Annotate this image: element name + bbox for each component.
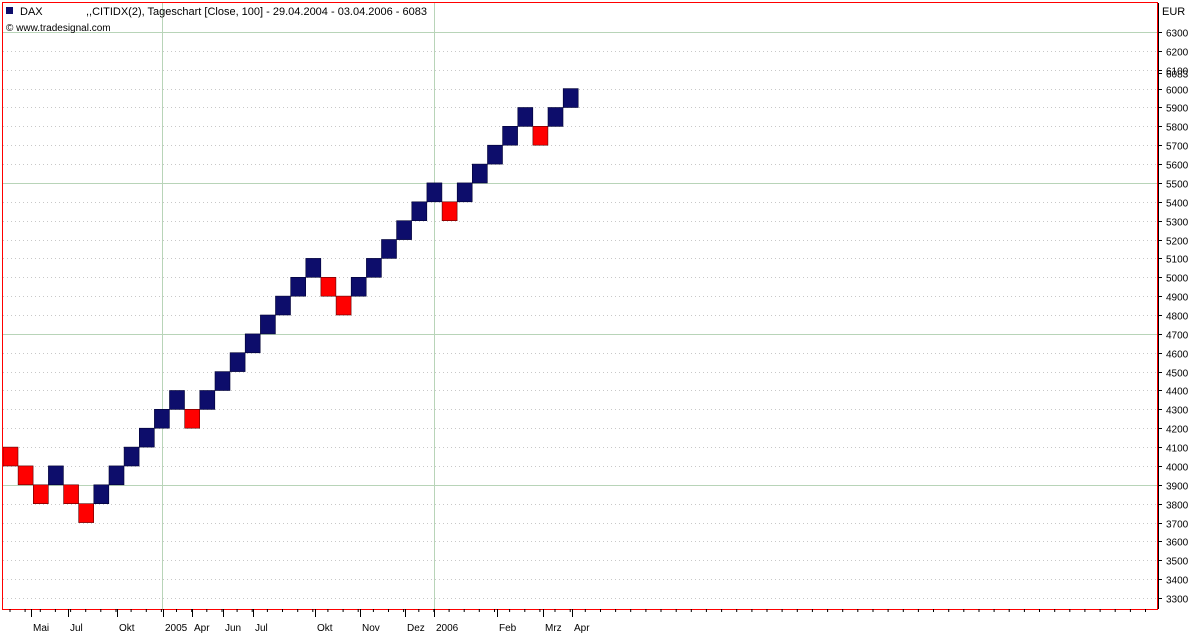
currency-unit: EUR	[1162, 6, 1185, 18]
copyright-label: © www.tradesignal.com	[6, 23, 111, 34]
y-tick-label: 3600	[1166, 538, 1189, 549]
down-brick	[17, 465, 34, 486]
up-brick	[366, 258, 382, 278]
down-brick	[532, 126, 549, 146]
down-brick	[2, 446, 19, 467]
up-brick	[48, 465, 64, 486]
y-tick-label: 5900	[1166, 104, 1189, 115]
x-tick-label: Jul	[70, 623, 83, 634]
up-brick	[562, 88, 579, 108]
down-brick	[63, 484, 79, 504]
x-tick-label: Nov	[362, 623, 380, 634]
up-brick	[169, 390, 185, 410]
x-tick-label: 2005	[165, 623, 188, 634]
y-tick-label: 6000	[1166, 86, 1189, 97]
y-tick-label: 3300	[1166, 595, 1189, 606]
up-brick	[229, 352, 246, 372]
up-brick	[214, 371, 231, 391]
x-tick-label: Jun	[225, 623, 241, 634]
y-tick-label: 4600	[1166, 350, 1189, 361]
up-brick	[154, 408, 170, 429]
up-brick	[411, 201, 428, 222]
y-axis: 3300 3400 3500 3600 3700 3800 3900 4000 4100 4200…	[1158, 3, 1189, 609]
up-brick	[123, 446, 140, 467]
up-brick	[517, 107, 534, 127]
x-axis: Mai Jul Okt 2005 Apr Jun Jul Okt Nov Dez 2006 Feb Mr…	[9, 609, 1146, 634]
x-tick-label: Jul	[255, 623, 268, 634]
up-brick	[456, 182, 473, 203]
up-brick	[471, 163, 488, 184]
down-brick	[78, 503, 94, 523]
y-tick-label: 5000	[1166, 274, 1189, 285]
y-tick-label: 6300	[1166, 29, 1189, 40]
x-tick-label: Dez	[407, 623, 425, 634]
x-tick-label: Okt	[317, 623, 333, 634]
y-tick-label: 3400	[1166, 576, 1189, 587]
plot-frame	[2, 2, 1158, 610]
symbol-label: DAX	[20, 6, 43, 18]
y-tick-label: 3900	[1166, 482, 1189, 493]
x-tick-label: Apr	[574, 623, 590, 634]
y-tick-label: 4300	[1166, 406, 1189, 417]
x-tick-label: Okt	[119, 623, 135, 634]
x-tick-label: Mrz	[545, 623, 562, 634]
y-tick-label: 3500	[1166, 557, 1189, 568]
up-brick	[244, 333, 261, 354]
y-tick-label: 6200	[1166, 48, 1189, 59]
x-tick-label: 2006	[436, 623, 459, 634]
up-brick	[426, 182, 443, 203]
x-tick-label: Apr	[194, 623, 210, 634]
y-tick-label: 4100	[1166, 444, 1189, 455]
up-brick	[396, 220, 412, 240]
y-tick-label: 5700	[1166, 142, 1189, 153]
up-brick	[381, 239, 397, 259]
up-brick	[350, 276, 367, 297]
down-brick	[441, 201, 458, 222]
window-menu-icon[interactable]	[6, 7, 13, 14]
y-tick-label: 5200	[1166, 237, 1189, 248]
y-tick-label: 5300	[1166, 218, 1189, 229]
y-tick-label: 5800	[1166, 123, 1189, 134]
y-tick-label: 4700	[1166, 331, 1189, 342]
chart-description: ,,CITIDX(2), Tageschart [Close, 100] - 2…	[86, 6, 427, 18]
y-tick-label: 4200	[1166, 425, 1189, 436]
down-brick	[335, 295, 352, 316]
plot-grid	[3, 3, 1157, 609]
up-brick	[547, 107, 564, 127]
up-brick	[108, 465, 125, 486]
y-tick-label: 5500	[1166, 180, 1189, 191]
down-brick	[32, 484, 49, 504]
up-brick	[305, 258, 322, 278]
up-brick	[260, 314, 276, 335]
y-tick-label: 4800	[1166, 312, 1189, 323]
up-brick	[139, 427, 155, 448]
up-brick	[93, 484, 110, 504]
y-tick-label: 5400	[1166, 199, 1189, 210]
y-tick-label: 4500	[1166, 369, 1189, 380]
renko-chart: 3300 3400 3500 3600 3700 3800 3900 4000 4100 4200…	[2, 2, 1189, 634]
y-tick-label: 3700	[1166, 520, 1189, 531]
x-tick-label: Feb	[499, 623, 517, 634]
down-brick	[320, 276, 337, 297]
y-tick-label: 4000	[1166, 463, 1189, 474]
y-tick-label: 5100	[1166, 255, 1189, 266]
y-tick-label: 3800	[1166, 501, 1189, 512]
x-tick-label: Mai	[33, 623, 49, 634]
y-tick-label: 4900	[1166, 293, 1189, 304]
up-brick	[199, 390, 216, 410]
up-brick	[502, 126, 518, 146]
chart-header: DAX ,,CITIDX(2), Tageschart [Close, 100]…	[6, 6, 427, 34]
y-tick-label: 4400	[1166, 387, 1189, 398]
renko-bricks	[2, 88, 579, 523]
up-brick	[275, 295, 291, 316]
up-brick	[290, 276, 307, 297]
y-tick-label: 5600	[1166, 161, 1189, 172]
y-tick-label: 6100	[1166, 67, 1189, 78]
up-brick	[487, 144, 503, 165]
down-brick	[184, 408, 200, 429]
